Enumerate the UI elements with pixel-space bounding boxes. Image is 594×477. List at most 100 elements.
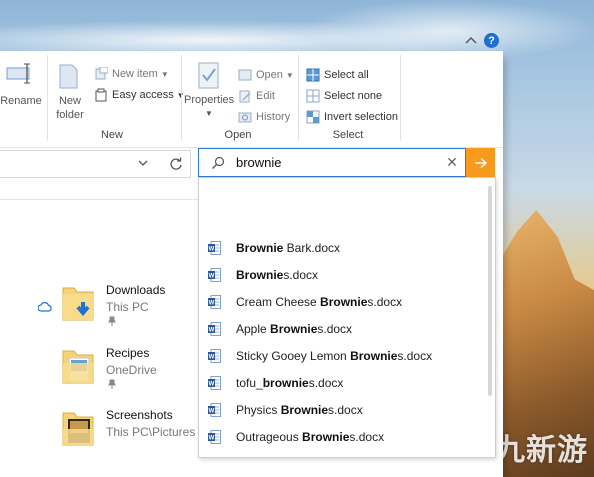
suggestion-label: Sticky Gooey Lemon Brownies.docx [236, 349, 432, 363]
word-document-icon: W [208, 376, 221, 390]
suggestion-suffix: s.docx [397, 349, 433, 363]
quick-access-item[interactable]: Screenshots This PC\Pictures [60, 407, 200, 457]
suggestion-prefix: Outrageous [236, 430, 303, 444]
suggestion-match: brownie [262, 376, 309, 390]
quick-access-title: Screenshots [106, 408, 173, 422]
suggestion-suffix: s.docx [317, 322, 353, 336]
suggestion-item[interactable]: W Apple Brownies.docx [208, 318, 478, 340]
quick-access-location: This PC\Pictures [106, 425, 196, 439]
suggestion-suffix: s.docx [349, 430, 385, 444]
history-label: History [256, 111, 291, 123]
refresh-button[interactable] [163, 151, 189, 177]
svg-text:W: W [209, 328, 215, 334]
suggestion-label: Physics Brownies.docx [236, 403, 363, 417]
word-document-icon: W [208, 295, 221, 309]
invert-selection-icon [306, 110, 320, 124]
group-separator [181, 55, 182, 141]
suggestion-suffix: Bark.docx [283, 241, 341, 255]
chevron-down-icon[interactable] [137, 158, 149, 168]
suggestion-suffix: s.docx [328, 403, 363, 417]
word-document-icon: W [208, 349, 221, 363]
quick-access-item[interactable]: Downloads This PC [60, 282, 200, 332]
search-input[interactable] [236, 154, 436, 171]
svg-text:W: W [209, 382, 215, 388]
suggestion-match: Brownie [320, 295, 368, 309]
help-icon[interactable]: ? [484, 33, 499, 48]
suggestion-item[interactable]: W Physics Brownies.docx [208, 399, 478, 421]
easy-access-button[interactable]: Easy access ▼ [94, 87, 185, 103]
group-separator [400, 55, 401, 141]
word-document-icon: W [208, 430, 221, 444]
word-document-icon: W [208, 322, 221, 336]
svg-text:W: W [209, 301, 215, 307]
clear-search-button[interactable]: ✕ [444, 154, 460, 170]
invert-selection-label: Invert selection [324, 111, 398, 123]
word-document-icon: W [208, 268, 221, 282]
chevron-down-icon[interactable]: ▼ [204, 109, 214, 118]
svg-text:W: W [209, 274, 215, 280]
open-button[interactable]: Open ▼ [238, 67, 294, 83]
suggestion-match: Brownie [236, 268, 284, 282]
select-all-label: Select all [324, 69, 369, 81]
ribbon: Rename New folder New item ▼ Easy access… [0, 51, 503, 147]
new-item-button[interactable]: New item ▼ [94, 66, 169, 82]
group-label-select: Select [332, 129, 364, 141]
quick-access-location: OneDrive [106, 363, 157, 377]
edit-icon [239, 90, 251, 103]
rename-button[interactable]: Rename [0, 95, 42, 107]
search-go-button[interactable] [466, 148, 495, 177]
open-icon [238, 69, 252, 81]
new-folder-label-line2: folder [56, 109, 84, 121]
dropdown-scrollbar[interactable] [488, 186, 492, 396]
suggestion-item[interactable]: W Cream Cheese Brownies.docx [208, 291, 478, 313]
suggestion-item[interactable]: W Brownies.docx [208, 264, 478, 286]
screenshots-folder-icon [62, 412, 94, 446]
group-label-new: New [100, 129, 123, 141]
invert-selection-button[interactable]: Invert selection [306, 109, 398, 125]
select-all-button[interactable]: Select all [306, 67, 369, 83]
suggestion-item[interactable]: W Brownie Bark.docx [208, 237, 478, 259]
suggestion-item[interactable]: Wtofu_brownies.docx [208, 372, 478, 394]
group-label-open: Open [224, 129, 252, 141]
new-folder-icon [59, 64, 78, 89]
suggestion-label: Apple Brownies.docx [236, 322, 352, 336]
easy-access-icon [95, 88, 107, 102]
suggestion-prefix: Cream Cheese [236, 295, 321, 309]
chevron-down-icon: ▼ [160, 69, 169, 79]
pin-icon [108, 316, 116, 326]
suggestion-label: Cream Cheese Brownies.docx [236, 295, 402, 309]
properties-icon [198, 62, 219, 89]
suggestion-item[interactable]: W Sticky Gooey Lemon Brownies.docx [208, 345, 478, 367]
quick-access-location: This PC [106, 300, 149, 314]
suggestion-item[interactable]: W Outrageous Brownies.docx [208, 426, 478, 448]
svg-text:W: W [209, 247, 215, 253]
suggestion-suffix: s.docx [308, 376, 344, 390]
select-none-icon [306, 89, 320, 103]
search-icon [212, 156, 225, 169]
downloads-folder-icon [62, 287, 94, 321]
suggestion-match: Brownie [302, 430, 350, 444]
quick-access-title: Downloads [106, 283, 166, 297]
suggestion-prefix: Apple [236, 322, 271, 336]
arrow-right-icon [474, 157, 487, 168]
svg-text:W: W [209, 409, 215, 415]
collapse-ribbon-icon[interactable] [464, 33, 478, 47]
refresh-icon [170, 157, 182, 170]
suggestion-match: Brownie [270, 322, 318, 336]
suggestion-label: Brownies.docx [236, 268, 318, 282]
word-document-icon: W [208, 241, 221, 255]
select-all-icon [306, 68, 320, 82]
new-folder-label-line1: New [58, 95, 81, 107]
quick-access-title: Recipes [106, 346, 150, 360]
pin-icon [108, 379, 116, 389]
select-none-button[interactable]: Select none [306, 88, 382, 104]
properties-button[interactable]: Properties [184, 94, 234, 106]
select-none-label: Select none [324, 90, 383, 102]
edit-button[interactable]: Edit [238, 88, 275, 104]
new-folder-button[interactable]: New folder [50, 95, 90, 121]
suggestion-match: Brownie [280, 403, 329, 417]
quick-access-item[interactable]: Recipes OneDrive [60, 345, 200, 395]
suggestion-prefix: Physics [236, 403, 281, 417]
history-button[interactable]: History [238, 109, 290, 125]
svg-text:W: W [209, 355, 215, 361]
